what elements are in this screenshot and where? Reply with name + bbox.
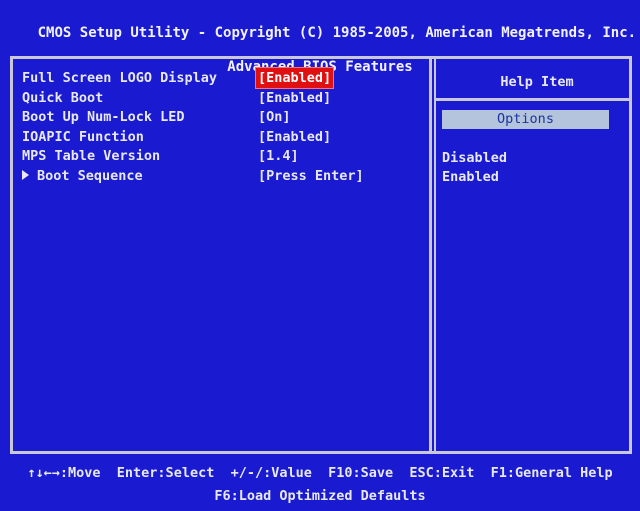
setting-label: IOAPIC Function <box>22 129 144 145</box>
header-copyright: CMOS Setup Utility - Copyright (C) 1985-… <box>37 25 637 41</box>
help-title: Help Item <box>500 74 574 90</box>
setting-quick-boot[interactable]: Quick Boot [Enabled] <box>22 88 422 108</box>
frame-top <box>10 56 632 59</box>
frame-right <box>629 56 632 454</box>
setting-label: Full Screen LOGO Display <box>22 70 218 86</box>
panel-divider <box>429 56 432 454</box>
setting-value[interactable]: [Press Enter] <box>256 166 366 186</box>
frame-bottom <box>10 451 632 454</box>
option-disabled: Disabled <box>442 150 508 166</box>
option-enabled: Enabled <box>442 169 499 185</box>
options-header: Options <box>442 110 609 129</box>
setting-mps-table[interactable]: MPS Table Version [1.4] <box>22 146 422 166</box>
panel-divider-inner <box>434 56 436 454</box>
setting-value[interactable]: [Enabled] <box>256 88 333 108</box>
key-help-line: ↑↓←→:Move Enter:Select +/-/:Value F10:Sa… <box>27 465 613 481</box>
help-title-divider <box>434 98 629 101</box>
setting-label: Boot Up Num-Lock LED <box>22 109 185 125</box>
key-help-defaults: F6:Load Optimized Defaults <box>214 488 426 504</box>
submenu-label-wrap: Boot Sequence <box>22 166 143 186</box>
setting-boot-sequence[interactable]: Boot Sequence [Press Enter] <box>22 166 422 186</box>
setting-ioapic[interactable]: IOAPIC Function [Enabled] <box>22 127 422 147</box>
setting-value[interactable]: [On] <box>256 107 293 127</box>
setting-label: Quick Boot <box>22 90 104 106</box>
bios-screen: CMOS Setup Utility - Copyright (C) 1985-… <box>0 0 640 511</box>
setting-value-selected[interactable]: [Enabled] <box>254 67 335 89</box>
setting-label: Boot Sequence <box>37 168 143 184</box>
setting-value[interactable]: [1.4] <box>256 146 301 166</box>
setting-value[interactable]: [Enabled] <box>256 127 333 147</box>
setting-numlock-led[interactable]: Boot Up Num-Lock LED [On] <box>22 107 422 127</box>
frame-left <box>10 56 13 454</box>
submenu-arrow-icon <box>22 170 29 180</box>
setting-full-screen-logo[interactable]: Full Screen LOGO Display [Enabled] <box>22 67 422 89</box>
setting-label: MPS Table Version <box>22 148 161 164</box>
